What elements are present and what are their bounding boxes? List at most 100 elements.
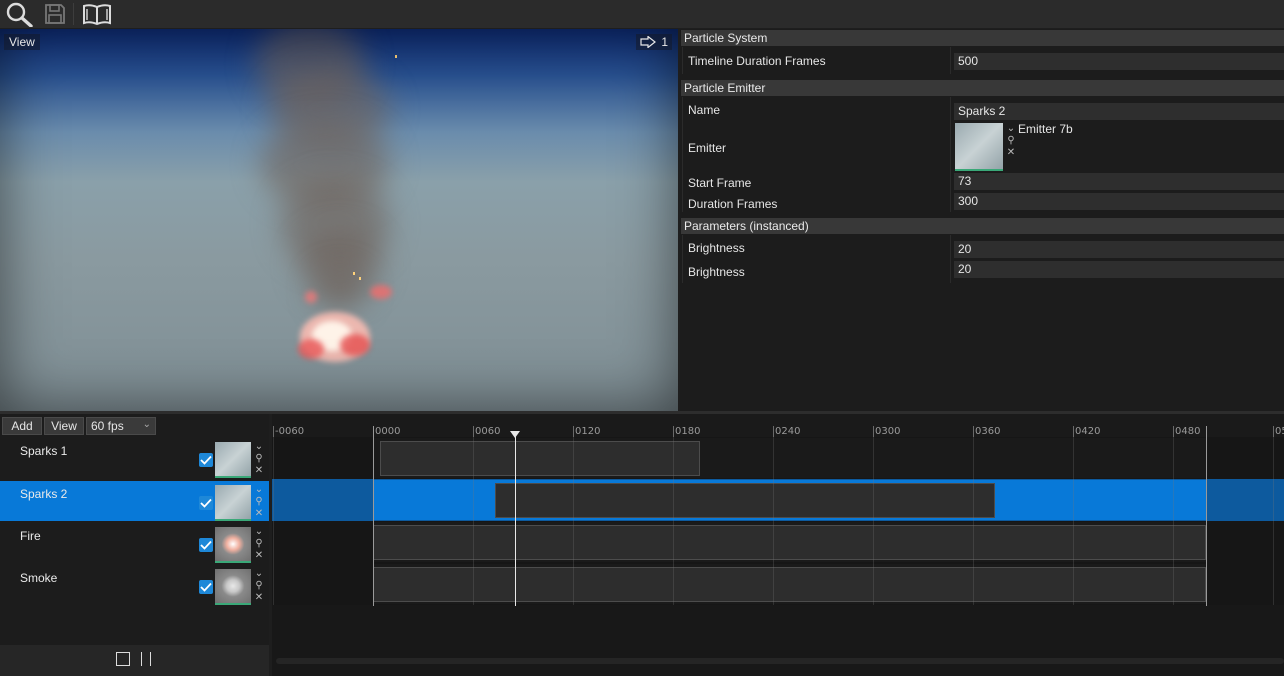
row-guide [950,97,951,212]
timeline-track[interactable] [272,437,1284,479]
ruler-tick [273,426,274,437]
ruler-tick-label: 0060 [475,426,501,437]
timeline-clip[interactable] [379,441,700,476]
row-tools: ⌄ ⚲ ✕ [253,568,265,604]
search-icon[interactable]: ⚲ [253,496,265,508]
brightness-field[interactable]: 20 [954,261,1284,278]
emitter-asset-tools: ⌄ ⚲ ✕ [1005,123,1017,159]
timeline-duration-field[interactable]: 500 [954,53,1284,70]
ruler-tick-label: 0240 [775,426,801,437]
timeline-clip[interactable] [373,567,1207,602]
timeline-gridline [673,437,674,605]
ruler-tick-label: 0300 [875,426,901,437]
section-header-parameters: Parameters (instanced) [681,218,1284,234]
close-icon[interactable]: ✕ [253,592,265,604]
spark [353,272,355,275]
timeline-track[interactable] [272,563,1284,605]
emitter-enabled-checkbox[interactable] [199,580,213,594]
timeline-track[interactable] [272,479,1284,521]
timeline-gridline [773,437,774,605]
pause-icon[interactable] [141,652,151,666]
row-guide [950,47,951,74]
brightness-field[interactable]: 20 [954,241,1284,258]
particle-viewport[interactable]: View 1 [0,29,678,411]
timeline-ruler[interactable]: -0060 0000 0060 0120 0180 0240 0300 0360 0420 048… [272,414,1284,437]
close-icon[interactable]: ✕ [1005,147,1017,159]
search-icon[interactable]: ⚲ [253,538,265,550]
emitter-row-selected[interactable]: Sparks 2 ⌄ ⚲ ✕ [0,481,269,521]
emitter-list-panel: Add View 60 fps ⌄ Sparks 1 ⌄ ⚲ ✕ Sparks 2 … [0,414,269,676]
chevron-down-icon[interactable]: ⌄ [253,441,265,453]
emitter-thumbnail[interactable] [215,485,251,521]
timeline-gridline [973,437,974,605]
ruler-tick [673,426,674,437]
duration-frames-field[interactable]: 300 [954,193,1284,210]
ruler-tick [773,426,774,437]
fps-select[interactable]: 60 fps ⌄ [86,417,156,435]
ruler-tick [1273,426,1274,437]
timeline-bound-line [1206,426,1208,606]
timeline-scrollbar[interactable] [276,658,1284,664]
timeline-clip[interactable] [373,525,1207,560]
spark [395,55,397,58]
emitter-name-field[interactable]: Sparks 2 [954,103,1284,120]
emitter-asset-thumbnail[interactable] [955,123,1003,171]
timeline-panel[interactable]: -0060 0000 0060 0120 0180 0240 0300 0360 0420 048… [272,414,1284,676]
search-icon[interactable] [2,0,36,28]
properties-panel: Particle System Timeline Duration Frames… [680,29,1284,411]
ruler-tick-label: 0480 [1175,426,1201,437]
chevron-down-icon[interactable]: ⌄ [253,484,265,496]
emitter-thumbnail[interactable] [215,442,251,478]
emitter-row-name: Sparks 1 [20,444,68,458]
emitter-row-name: Smoke [20,571,58,585]
emitter-enabled-checkbox[interactable] [199,453,213,467]
emitter-thumbnail[interactable] [215,527,251,563]
emitter-row[interactable]: Fire ⌄ ⚲ ✕ [0,523,269,563]
row-guide [682,97,683,212]
timeline-gridline [1273,437,1274,605]
emitter-enabled-checkbox[interactable] [199,538,213,552]
chevron-down-icon[interactable]: ⌄ [253,568,265,580]
chevron-down-icon: ⌄ [142,419,151,430]
search-icon[interactable]: ⚲ [253,580,265,592]
view-button[interactable]: View [44,417,84,435]
viewport-count-badge[interactable]: 1 [636,34,672,50]
ruler-tick-label: 05 [1275,426,1284,437]
book-icon[interactable] [81,0,113,28]
ruler-tick-label: 0000 [375,426,401,437]
timeline-track[interactable] [272,521,1284,563]
stop-icon[interactable] [116,652,130,666]
arrow-right-icon [640,36,657,48]
row-guide [682,47,683,74]
save-icon[interactable] [41,0,69,28]
emitter-name-label: Name [688,103,721,117]
close-icon[interactable]: ✕ [253,465,265,477]
playhead[interactable] [514,431,516,606]
spark [359,277,361,280]
timeline-gridline [273,437,274,605]
emitter-asset-label: Emitter [688,141,727,155]
playback-controls [0,645,269,676]
ruler-tick [873,426,874,437]
start-frame-field[interactable]: 73 [954,173,1284,190]
section-header-particle-emitter: Particle Emitter [681,80,1284,96]
start-frame-label: Start Frame [688,176,752,190]
chevron-down-icon[interactable]: ⌄ [1005,123,1017,135]
viewport-view-button[interactable]: View [4,34,40,50]
close-icon[interactable]: ✕ [253,550,265,562]
chevron-down-icon[interactable]: ⌄ [253,526,265,538]
emitter-row[interactable]: Smoke ⌄ ⚲ ✕ [0,565,269,605]
row-tools: ⌄ ⚲ ✕ [253,441,265,477]
emitter-thumbnail[interactable] [215,569,251,605]
search-icon[interactable]: ⚲ [253,453,265,465]
toolbar [0,0,1284,28]
ruler-tick [973,426,974,437]
emitter-row[interactable]: Sparks 1 ⌄ ⚲ ✕ [0,438,269,478]
add-button[interactable]: Add [2,417,42,435]
emitter-enabled-checkbox[interactable] [199,496,213,510]
ruler-tick-label: 0360 [975,426,1001,437]
close-icon[interactable]: ✕ [253,508,265,520]
timeline-gridline [573,437,574,605]
search-icon[interactable]: ⚲ [1005,135,1017,147]
timeline-clip[interactable] [494,483,995,518]
